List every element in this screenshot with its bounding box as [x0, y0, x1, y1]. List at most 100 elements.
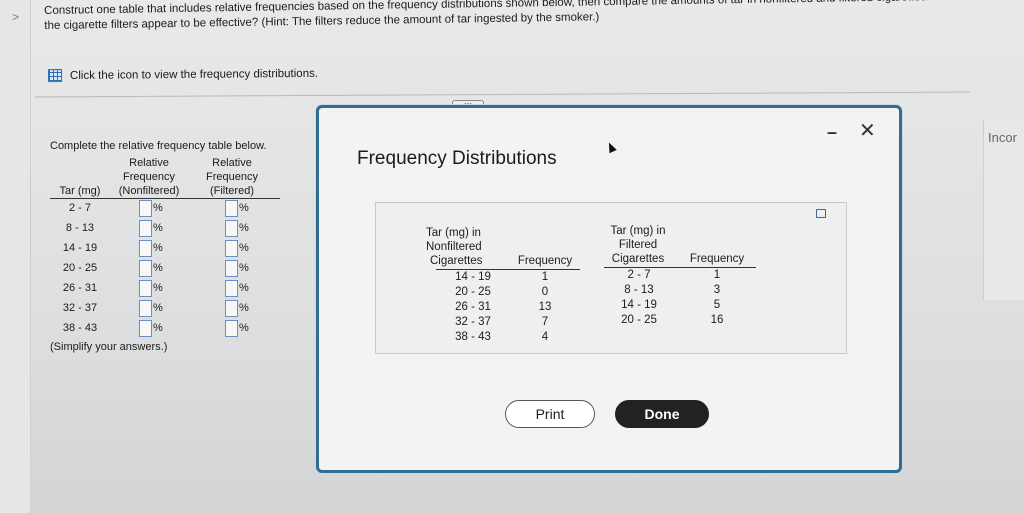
tar-class: 32 - 37 — [62, 302, 98, 314]
view-distributions-link[interactable]: Click the icon to view the frequency dis… — [47, 67, 319, 83]
filtered-frequency: 5 — [713, 299, 721, 311]
percent-label: % — [153, 202, 163, 214]
filtered-input[interactable] — [225, 300, 238, 317]
percent-label: % — [239, 202, 249, 214]
percent-label: % — [153, 262, 163, 274]
answer-row: 14 - 19%% — [50, 239, 280, 259]
filtered-input[interactable] — [225, 220, 238, 237]
nonfiltered-input[interactable] — [139, 260, 152, 277]
nonfiltered-input[interactable] — [139, 200, 152, 217]
percent-label: % — [153, 322, 163, 334]
answer-row: 26 - 31%% — [50, 279, 280, 299]
nonfiltered-input[interactable] — [139, 220, 152, 237]
copy-icon[interactable] — [816, 209, 826, 218]
col-tar-header: Tar (mg) — [59, 185, 101, 197]
filtered-header-3: Cigarettes — [611, 253, 665, 265]
filtered-frequency: 16 — [710, 314, 724, 326]
tar-class: 26 - 31 — [62, 282, 98, 294]
nonfiltered-input[interactable] — [139, 280, 152, 297]
percent-label: % — [239, 302, 249, 314]
right-panel — [983, 120, 1024, 300]
nonfiltered-rule — [436, 269, 580, 270]
distribution-tables: Tar (mg) in Nonfiltered Cigarettes Frequ… — [375, 202, 847, 354]
percent-label: % — [153, 282, 163, 294]
table-icon[interactable] — [47, 69, 63, 83]
filtered-input[interactable] — [225, 280, 238, 297]
percent-label: % — [239, 242, 249, 254]
percent-label: % — [153, 242, 163, 254]
percent-label: % — [153, 302, 163, 314]
percent-label: % — [239, 282, 249, 294]
col-nonfiltered-header-2: Frequency — [123, 171, 175, 183]
simplify-note: (Simplify your answers.) — [50, 341, 168, 353]
filtered-class: 8 - 13 — [624, 284, 654, 296]
left-strip: > — [0, 0, 31, 513]
tar-class: 20 - 25 — [62, 262, 98, 274]
filtered-input[interactable] — [225, 240, 238, 257]
filtered-rule — [604, 267, 756, 268]
col-nonfiltered-header-3: (Nonfiltered) — [118, 185, 180, 197]
frequency-distributions-dialog: Frequency Distributions – ✕ Tar (mg) in … — [316, 105, 902, 473]
filtered-header-1: Tar (mg) in — [610, 225, 666, 237]
percent-label: % — [153, 222, 163, 234]
col-nonfiltered-header-1: Relative — [129, 157, 169, 169]
filtered-header-2: Filtered — [618, 239, 658, 251]
icon-prompt: Click the icon to view the frequency dis… — [69, 67, 319, 82]
answer-row: 20 - 25%% — [50, 259, 280, 279]
side-label: Incor — [988, 130, 1017, 145]
col-filtered-header-2: Frequency — [206, 171, 258, 183]
minimize-button[interactable]: – — [827, 122, 837, 143]
nonfiltered-header-2: Nonfiltered — [426, 241, 482, 253]
nonfiltered-class: 38 - 43 — [455, 331, 491, 343]
filtered-input[interactable] — [225, 200, 238, 217]
tar-class: 14 - 19 — [62, 242, 98, 254]
nonfiltered-header-1: Tar (mg) in — [426, 227, 481, 239]
answer-row: 38 - 43%% — [50, 319, 280, 339]
tar-class: 2 - 7 — [68, 202, 91, 214]
nonfiltered-header-3: Cigarettes — [430, 255, 483, 267]
answer-row: 32 - 37%% — [50, 299, 280, 319]
print-button[interactable]: Print — [505, 400, 595, 428]
answer-row: 2 - 7%% — [50, 199, 280, 219]
nonfiltered-input[interactable] — [139, 320, 152, 337]
question-text: Construct one table that includes relati… — [44, 0, 948, 32]
col-filtered-header-3: (Filtered) — [209, 185, 254, 197]
chevron-right-icon[interactable]: > — [12, 10, 19, 24]
page-background: > Incor Construct one table that include… — [0, 0, 1024, 513]
tar-class: 38 - 43 — [62, 322, 98, 334]
relative-frequency-table: Complete the relative frequency table be… — [50, 140, 280, 353]
done-button[interactable]: Done — [615, 400, 709, 428]
nonfiltered-frequency: 13 — [538, 301, 552, 313]
filtered-class: 14 - 19 — [621, 299, 657, 311]
tar-class: 8 - 13 — [65, 222, 95, 234]
nonfiltered-class: 20 - 25 — [455, 286, 491, 298]
nonfiltered-input[interactable] — [139, 300, 152, 317]
table-header: Tar (mg) Relative Frequency (Nonfiltered… — [50, 154, 280, 198]
percent-label: % — [239, 222, 249, 234]
table-title: Complete the relative frequency table be… — [50, 140, 267, 152]
col-filtered-header-1: Relative — [212, 157, 252, 169]
percent-label: % — [239, 262, 249, 274]
nonfiltered-freq-header: Frequency — [517, 255, 573, 267]
filtered-input[interactable] — [225, 320, 238, 337]
nonfiltered-class: 32 - 37 — [455, 316, 491, 328]
dialog-title: Frequency Distributions — [357, 148, 557, 169]
filtered-frequency: 3 — [713, 284, 721, 296]
nonfiltered-frequency: 1 — [541, 271, 549, 283]
filtered-class: 2 - 7 — [627, 269, 651, 281]
divider — [35, 91, 970, 98]
mouse-cursor-icon — [605, 140, 617, 154]
answer-row: 8 - 13%% — [50, 219, 280, 239]
filtered-input[interactable] — [225, 260, 238, 277]
nonfiltered-frequency: 4 — [541, 331, 549, 343]
percent-label: % — [239, 322, 249, 334]
filtered-freq-header: Frequency — [689, 253, 745, 265]
nonfiltered-frequency: 7 — [541, 316, 549, 328]
close-button[interactable]: ✕ — [859, 118, 876, 143]
nonfiltered-frequency: 0 — [541, 286, 549, 298]
nonfiltered-class: 14 - 19 — [455, 271, 491, 283]
nonfiltered-input[interactable] — [139, 240, 152, 257]
filtered-class: 20 - 25 — [621, 314, 657, 326]
table-body: 2 - 7%% 8 - 13%% 14 - 19%% 20 - 25%% 26 - 31… — [50, 199, 280, 339]
filtered-frequency: 1 — [713, 269, 721, 281]
